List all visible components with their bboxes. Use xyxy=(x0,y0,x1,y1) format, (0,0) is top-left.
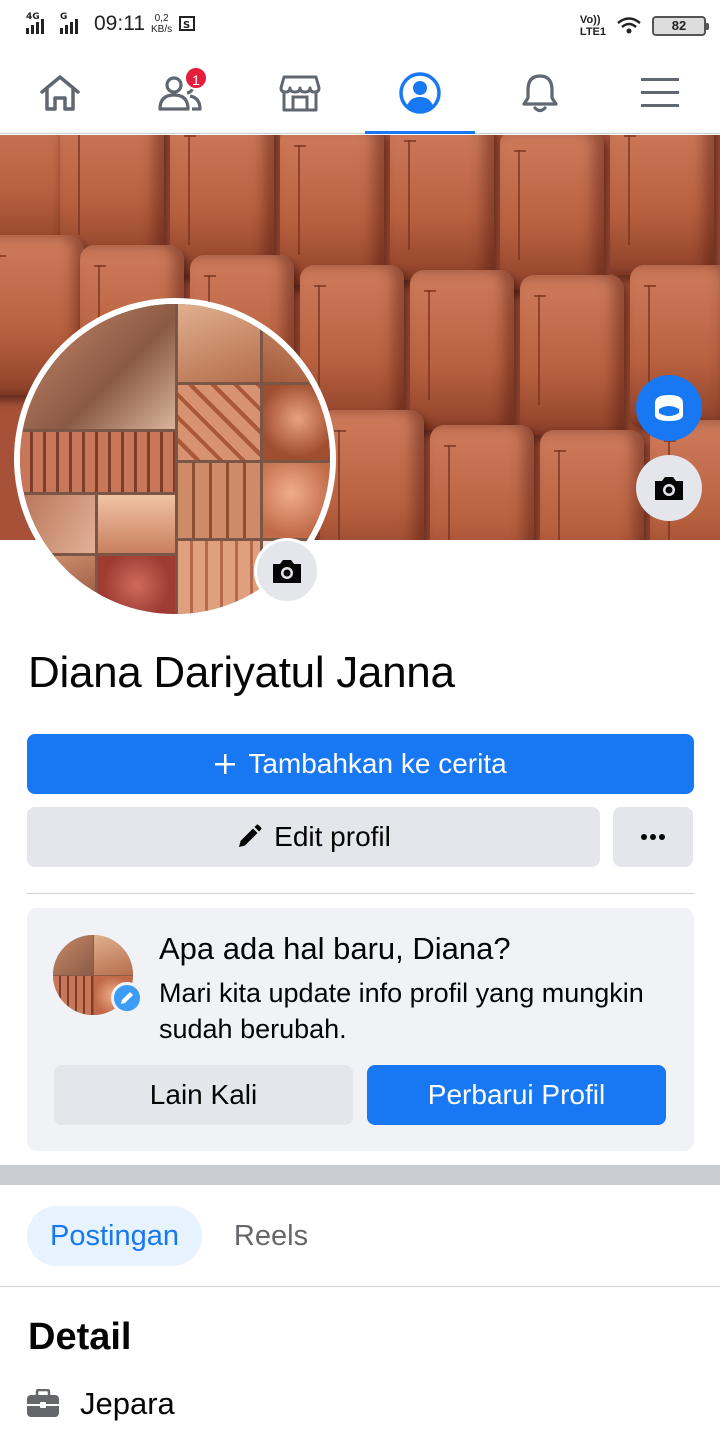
update-card-subtitle: Mari kita update info profil yang mungki… xyxy=(159,978,644,1044)
status-bar: 4G G 09:11 0,2 KB/s S Vo)) LTE1 82 xyxy=(0,0,720,52)
battery-indicator: 82 xyxy=(652,16,709,36)
nav-notifications[interactable] xyxy=(480,52,600,134)
details-title: Detail xyxy=(28,1316,132,1358)
more-dots-icon xyxy=(641,834,665,840)
signal-2-icon: G xyxy=(60,12,84,34)
nav-friends[interactable]: 1 xyxy=(120,52,240,134)
avatar-builder-button[interactable] xyxy=(636,375,702,441)
camera-icon xyxy=(273,560,301,583)
hamburger-icon xyxy=(641,78,679,107)
nav-profile[interactable] xyxy=(360,52,480,134)
briefcase-icon xyxy=(27,1389,59,1417)
avatar-face-icon xyxy=(655,395,683,421)
update-profile-button[interactable]: Perbarui Profil xyxy=(367,1065,666,1125)
friends-badge: 1 xyxy=(184,66,208,90)
add-to-story-label: Tambahkan ke cerita xyxy=(248,748,507,779)
pencil-icon xyxy=(121,992,133,1004)
wifi-icon xyxy=(617,17,641,34)
more-options-button[interactable] xyxy=(613,807,693,867)
volte-line1: Vo)) xyxy=(579,14,601,26)
nav-menu[interactable] xyxy=(600,52,720,134)
profile-name: Diana Dariyatul Janna xyxy=(28,648,455,697)
speed-value: 0,2 xyxy=(154,13,169,24)
bell-icon xyxy=(522,74,558,113)
volte-indicator: Vo)) LTE1 xyxy=(580,14,606,38)
tab-posts[interactable]: Postingan xyxy=(27,1206,202,1266)
profile-icon xyxy=(399,72,441,114)
cover-camera-button[interactable] xyxy=(636,455,702,521)
update-profile-card: Apa ada hal baru, Diana? Mari kita updat… xyxy=(27,908,694,1151)
top-nav: 1 xyxy=(0,52,720,134)
detail-work-text: Jepara xyxy=(80,1386,175,1421)
status-left: 4G G 09:11 0,2 KB/s S xyxy=(26,12,198,36)
screenshot-icon: S xyxy=(179,16,196,31)
nav-marketplace[interactable] xyxy=(240,52,360,134)
network-speed: 0,2 KB/s xyxy=(151,13,172,35)
network-type-1: 4G xyxy=(26,12,40,22)
update-card-title: Apa ada hal baru, Diana? xyxy=(159,931,511,966)
home-icon xyxy=(40,75,80,111)
camera-icon xyxy=(655,477,683,500)
edit-profile-label: Edit profil xyxy=(274,821,391,852)
profile-picture-camera-button[interactable] xyxy=(254,538,320,604)
plus-icon xyxy=(215,754,236,774)
marketplace-icon xyxy=(279,75,321,112)
edit-profile-button[interactable]: Edit profil xyxy=(27,807,600,867)
add-to-story-button[interactable]: Tambahkan ke cerita xyxy=(27,734,694,794)
pencil-icon xyxy=(239,824,262,847)
section-separator xyxy=(0,1165,720,1185)
svg-text:S: S xyxy=(183,20,190,31)
tabs-divider xyxy=(0,1286,720,1287)
status-right: Vo)) LTE1 82 xyxy=(580,14,709,38)
tab-reels[interactable]: Reels xyxy=(216,1206,326,1266)
network-type-2: G xyxy=(60,12,68,22)
later-button[interactable]: Lain Kali xyxy=(54,1065,353,1125)
mini-avatar-edit-badge xyxy=(111,982,143,1014)
speed-unit: KB/s xyxy=(151,24,173,35)
detail-work-row: Jepara xyxy=(26,1386,175,1422)
volte-line2: LTE1 xyxy=(579,26,606,38)
status-time: 09:11 xyxy=(94,12,145,35)
signal-1-icon: 4G xyxy=(26,12,50,34)
nav-home[interactable] xyxy=(0,52,120,134)
divider xyxy=(27,893,694,894)
